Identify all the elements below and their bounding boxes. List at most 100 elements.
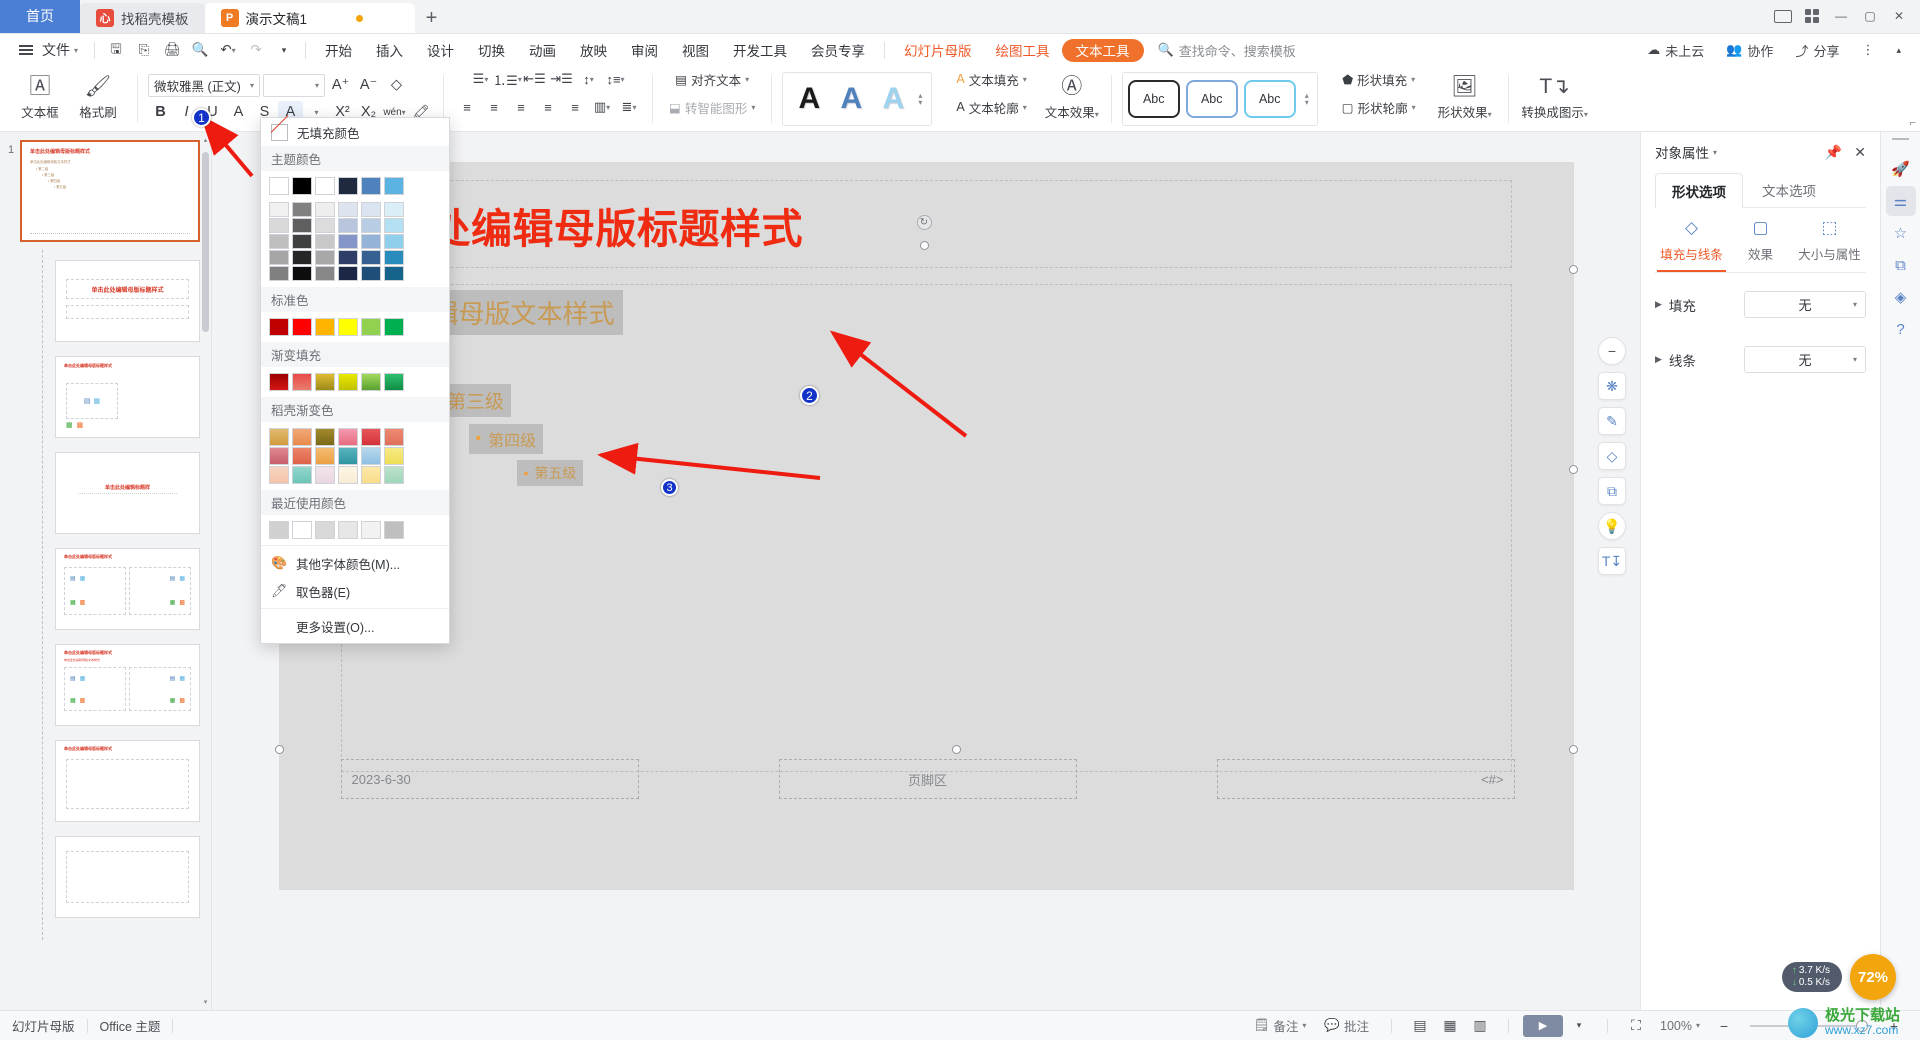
- zoom-out-icon[interactable]: −: [1598, 337, 1626, 365]
- tab-home[interactable]: 首页: [0, 0, 80, 33]
- swatch[interactable]: [315, 521, 335, 539]
- swatch[interactable]: [315, 177, 335, 195]
- swatch[interactable]: [269, 447, 289, 465]
- thumbnail-slide-master[interactable]: 单击此处编辑母版标题样式 单击此处编辑母版文本样式 • 第二级 • 第三级 • …: [20, 140, 200, 242]
- swatch[interactable]: [315, 266, 335, 281]
- thumbnail-layout-4[interactable]: 单击此处编辑母版标题样式 ▤ ▦ ▤ ▦ ▦ ▩ ▦ ▩: [55, 548, 200, 630]
- fit-slide-icon[interactable]: ⛶: [1622, 1015, 1650, 1037]
- wordart-more-button[interactable]: ▴ ▾: [915, 91, 925, 106]
- ribbon-tab-transition[interactable]: 切换: [466, 37, 517, 63]
- swatch[interactable]: [361, 234, 381, 249]
- swatch[interactable]: [361, 202, 381, 217]
- wordart-style-1[interactable]: A: [789, 76, 829, 122]
- align-center-button[interactable]: ≡: [481, 96, 507, 119]
- swatch[interactable]: [315, 318, 335, 336]
- shape-style-1[interactable]: Abc: [1127, 79, 1180, 118]
- shape-style-3[interactable]: Abc: [1243, 79, 1296, 118]
- scrollbar-thumb[interactable]: [202, 152, 209, 332]
- swatch[interactable]: [269, 218, 289, 233]
- selection-handle-right-mid[interactable]: [1568, 465, 1578, 474]
- redo-icon[interactable]: ↷: [242, 38, 270, 62]
- thumbnail-layout-2[interactable]: 单击此处编辑母版标题样式 ▤ ▦ ▦ ▩: [55, 356, 200, 438]
- tab-presentation1[interactable]: P 演示文稿1: [204, 3, 415, 33]
- search-commands[interactable]: 🔍 查找命令、搜索模板: [1158, 41, 1296, 60]
- more-font-colors-item[interactable]: 🎨 其他字体颜色(M)...: [261, 549, 449, 577]
- print-icon[interactable]: 🖨: [158, 38, 186, 62]
- layers-icon[interactable]: ⧉: [1886, 250, 1916, 280]
- paragraph-settings-button[interactable]: ≣ ▾: [616, 96, 642, 119]
- selection-handle-right[interactable]: [1568, 265, 1578, 274]
- swatch[interactable]: [361, 466, 381, 484]
- swatch[interactable]: [315, 202, 335, 217]
- shape-effect-button[interactable]: 🖼 形状效果▾: [1432, 70, 1498, 128]
- swatch[interactable]: [361, 447, 381, 465]
- comments-button[interactable]: 💬 批注: [1316, 1015, 1377, 1037]
- swatch[interactable]: [292, 521, 312, 539]
- selection-handle-bottom-right[interactable]: [1568, 745, 1578, 754]
- format-painter-button[interactable]: 🖌 格式刷: [69, 70, 127, 128]
- textbox-button[interactable]: 🄰 文本框: [11, 70, 69, 128]
- maximize-icon[interactable]: ▢: [1857, 5, 1883, 27]
- swatch[interactable]: [338, 318, 358, 336]
- ribbon-tab-insert[interactable]: 插入: [364, 37, 415, 63]
- rotation-anchor-handle[interactable]: [919, 241, 929, 250]
- selection-handle-bottom-center[interactable]: [951, 745, 961, 754]
- thumbnail-layout-7[interactable]: [55, 836, 200, 918]
- swatch[interactable]: [315, 373, 335, 391]
- text-direction-button[interactable]: ↕ ▾: [576, 68, 602, 91]
- pen-icon[interactable]: ✎: [1598, 407, 1626, 435]
- zoom-out-button[interactable]: −: [1710, 1015, 1738, 1037]
- swatch[interactable]: [338, 177, 358, 195]
- ribbon-tab-animation[interactable]: 动画: [517, 37, 568, 63]
- no-fill-color-item[interactable]: 无填充颜色: [261, 118, 449, 146]
- numbering-button[interactable]: ⒈☰ ▾: [493, 68, 522, 91]
- bullets-button[interactable]: ☰ ▾: [468, 68, 494, 91]
- swatch[interactable]: [384, 234, 404, 249]
- ribbon-tab-start[interactable]: 开始: [313, 37, 364, 63]
- ribbon-tab-member[interactable]: 会员专享: [799, 37, 877, 63]
- distribute-button[interactable]: ≡: [562, 96, 588, 119]
- bulb-icon[interactable]: 💡: [1598, 512, 1626, 540]
- tab-text-options[interactable]: 文本选项: [1745, 172, 1833, 207]
- chevron-down-icon[interactable]: ▾: [1713, 148, 1717, 157]
- swatch[interactable]: [338, 521, 358, 539]
- swatch[interactable]: [315, 447, 335, 465]
- bold-button[interactable]: B: [148, 101, 173, 124]
- notes-button[interactable]: 🗒 备注 ▾: [1246, 1015, 1315, 1037]
- save-icon[interactable]: 🖫: [102, 38, 130, 62]
- text-effect-button[interactable]: Ⓐ 文本效果▾: [1043, 70, 1101, 128]
- align-left-button[interactable]: ≡: [454, 96, 480, 119]
- swatch[interactable]: [384, 266, 404, 281]
- subtab-size-and-properties[interactable]: ⬚ 大小与属性: [1795, 218, 1864, 272]
- help-icon[interactable]: ?: [1886, 314, 1916, 344]
- text-icon[interactable]: T↧: [1598, 547, 1626, 575]
- swatch[interactable]: [269, 250, 289, 265]
- save-as-icon[interactable]: ⎘: [130, 38, 158, 62]
- rail-grip-icon[interactable]: [1892, 138, 1909, 140]
- ribbon-tab-review[interactable]: 审阅: [619, 37, 670, 63]
- swatch[interactable]: [292, 234, 312, 249]
- swatch[interactable]: [361, 218, 381, 233]
- wordart-style-3[interactable]: A: [873, 76, 913, 122]
- reading-view-icon[interactable]: ▥: [1466, 1015, 1494, 1037]
- ribbon-tab-drawing-tools[interactable]: 绘图工具: [984, 37, 1062, 63]
- swatch[interactable]: [269, 466, 289, 484]
- selection-handle-bottom-left[interactable]: [274, 745, 284, 754]
- font-size-input[interactable]: ▾: [263, 73, 325, 97]
- swatch[interactable]: [338, 447, 358, 465]
- shape-style-more-button[interactable]: ▴ ▾: [1302, 91, 1312, 106]
- grid-layout-icon[interactable]: [1799, 5, 1825, 27]
- swatch[interactable]: [338, 218, 358, 233]
- swatch[interactable]: [269, 202, 289, 217]
- share-button[interactable]: ⤴ 分享: [1786, 38, 1848, 62]
- swatch[interactable]: [315, 428, 335, 446]
- star-icon[interactable]: ☆: [1886, 218, 1916, 248]
- scroll-up-icon[interactable]: ▴: [201, 134, 210, 146]
- text-shadow-button[interactable]: A: [226, 101, 251, 124]
- swatch[interactable]: [292, 266, 312, 281]
- tab-docer-template[interactable]: 心 找稻壳模板: [80, 3, 205, 33]
- slide-master-editor[interactable]: 击此处编辑母版标题样式 此处编辑母版文本样式 二级 ● 第三级 • 第四级 •: [274, 162, 1578, 890]
- footer-number-placeholder[interactable]: <#>: [1216, 759, 1515, 799]
- justify-button[interactable]: ≡: [535, 96, 561, 119]
- swatch[interactable]: [384, 466, 404, 484]
